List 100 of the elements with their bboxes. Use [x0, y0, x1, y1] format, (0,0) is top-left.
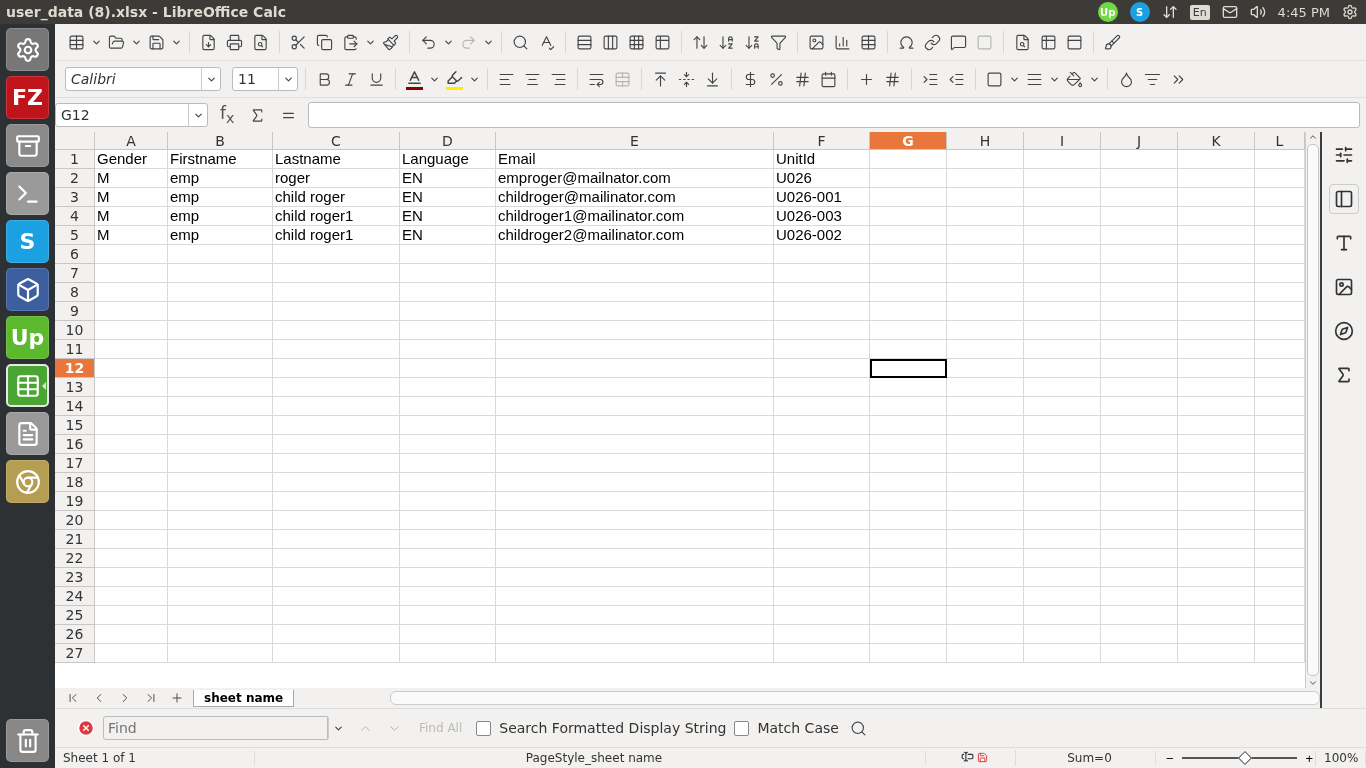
row-header[interactable]: 20	[55, 511, 95, 530]
checkbox-label[interactable]: Match Case	[757, 720, 839, 736]
clone-formatting-icon[interactable]	[382, 33, 399, 51]
column-header[interactable]: L	[1255, 132, 1305, 150]
launcher-app-icon[interactable]: FZ	[6, 76, 49, 119]
volume-icon[interactable]	[1249, 4, 1266, 20]
align-top-icon[interactable]	[652, 70, 669, 88]
underline-icon[interactable]	[368, 70, 385, 88]
find-input-field[interactable]: Find	[103, 716, 328, 740]
borders-icon[interactable]	[986, 70, 1003, 88]
comment-icon[interactable]	[950, 33, 967, 51]
column-header[interactable]: I	[1024, 132, 1101, 150]
scroll-up-icon[interactable]	[1308, 132, 1318, 142]
table-icon[interactable]	[68, 33, 85, 51]
cut-icon[interactable]	[290, 33, 307, 51]
column-header[interactable]: D	[400, 132, 496, 150]
settings-icon[interactable]	[1342, 4, 1358, 20]
font-name-combo[interactable]: Calibri	[65, 67, 221, 91]
row-header[interactable]: 17	[55, 454, 95, 473]
search-icon[interactable]	[512, 33, 529, 51]
column-header[interactable]: E	[496, 132, 774, 150]
folder-icon[interactable]	[108, 33, 125, 51]
row-header[interactable]: 2	[55, 169, 95, 188]
date-format-icon[interactable]	[820, 70, 837, 88]
insert-chart-icon[interactable]	[834, 33, 851, 51]
mail-icon[interactable]	[1221, 4, 1238, 20]
center-vertically-icon[interactable]	[678, 70, 695, 88]
align-bottom-icon[interactable]	[704, 70, 721, 88]
horizontal-scrollbar[interactable]	[390, 691, 1320, 705]
undo-icon[interactable]	[420, 33, 437, 51]
zoom-level[interactable]: 100%	[1316, 751, 1366, 765]
browser-icon[interactable]	[6, 460, 49, 503]
sliders-icon[interactable]	[1334, 145, 1354, 165]
trash-icon[interactable]	[6, 719, 49, 762]
cell-cursor[interactable]	[870, 359, 947, 378]
network-icon[interactable]	[1161, 4, 1178, 20]
row-header[interactable]: 21	[55, 530, 95, 549]
row-header[interactable]: 18	[55, 473, 95, 492]
sheet-tab[interactable]: sheet name	[193, 689, 295, 707]
row-header[interactable]: 7	[55, 264, 95, 283]
column-header[interactable]: K	[1178, 132, 1255, 150]
row-header[interactable]: 25	[55, 606, 95, 625]
formula-input-field[interactable]	[308, 102, 1360, 128]
italic-icon[interactable]	[342, 70, 359, 88]
highlighter-icon[interactable]	[446, 68, 463, 86]
close-icon[interactable]	[77, 719, 95, 737]
function-wizard-button[interactable]: f$_{x}$	[216, 103, 239, 127]
zoom-in-button[interactable]: +	[1303, 750, 1315, 766]
name-box[interactable]: G12	[55, 103, 208, 127]
row-header[interactable]: 23	[55, 568, 95, 587]
column-header[interactable]: A	[95, 132, 168, 150]
row-header[interactable]: 10	[55, 321, 95, 340]
sort-descending-icon[interactable]	[744, 33, 761, 51]
hyperlink-icon[interactable]	[924, 33, 941, 51]
print-icon[interactable]	[226, 33, 243, 51]
sort-icon[interactable]	[692, 33, 709, 51]
row-header[interactable]: 5	[55, 226, 95, 245]
paste-icon[interactable]	[342, 33, 359, 51]
font-color-icon[interactable]	[406, 68, 423, 86]
row-header[interactable]: 26	[55, 625, 95, 644]
first-sheet-icon[interactable]	[66, 691, 80, 705]
properties-button[interactable]	[1329, 184, 1359, 214]
row-header[interactable]: 6	[55, 245, 95, 264]
find-and-replace-icon[interactable]	[849, 719, 867, 737]
row-header[interactable]: 11	[55, 340, 95, 359]
checkbox[interactable]	[734, 720, 750, 736]
row-header[interactable]: 19	[55, 492, 95, 511]
special-character-icon[interactable]	[898, 33, 915, 51]
row-header[interactable]: 16	[55, 435, 95, 454]
row-header[interactable]: 4	[55, 207, 95, 226]
row-header[interactable]: 15	[55, 416, 95, 435]
insert-image-icon[interactable]	[808, 33, 825, 51]
print-preview-icon[interactable]	[252, 33, 269, 51]
zoom-out-button[interactable]: −	[1164, 750, 1176, 766]
save-icon[interactable]	[977, 752, 989, 763]
font-size-combo[interactable]: 11	[232, 67, 298, 91]
image-icon[interactable]	[1334, 277, 1354, 297]
column-header[interactable]: F	[774, 132, 870, 150]
copy-icon[interactable]	[316, 33, 333, 51]
row-header[interactable]: 3	[55, 188, 95, 207]
draw-icon[interactable]	[1104, 33, 1121, 51]
vertical-scrollbar[interactable]	[1305, 132, 1320, 688]
sort-ascending-icon[interactable]	[718, 33, 735, 51]
spreadsheet-icon[interactable]	[6, 364, 49, 407]
save-icon[interactable]	[148, 33, 165, 51]
row-header[interactable]: 1	[55, 150, 95, 169]
row-header[interactable]: 27	[55, 644, 95, 663]
navigator-icon[interactable]	[1334, 321, 1354, 341]
filter-icon[interactable]	[770, 33, 787, 51]
clock[interactable]: 4:45 PM	[1277, 4, 1330, 20]
column-header[interactable]: B	[168, 132, 273, 150]
row-header[interactable]: 22	[55, 549, 95, 568]
scroll-down-icon[interactable]	[1308, 678, 1318, 688]
row-header[interactable]: 13	[55, 378, 95, 397]
text-cursor-icon[interactable]	[960, 750, 974, 763]
column-header[interactable]: J	[1101, 132, 1178, 150]
checkbox-label[interactable]: Search Formatted Display String	[499, 720, 727, 736]
row-header[interactable]: 8	[55, 283, 95, 302]
notepad-icon[interactable]	[6, 412, 49, 455]
row-header[interactable]: 24	[55, 587, 95, 606]
